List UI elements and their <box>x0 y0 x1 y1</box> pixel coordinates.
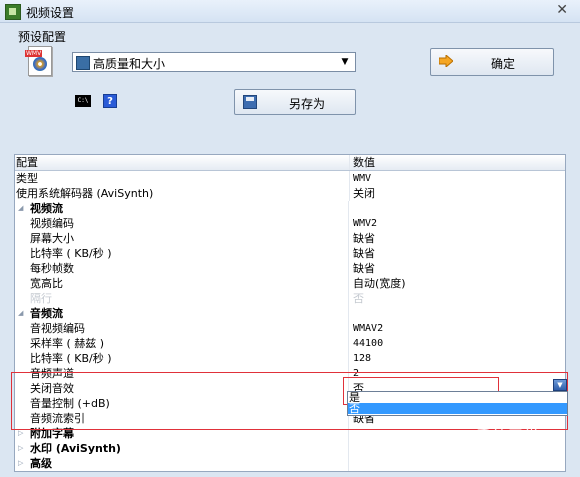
section-label: 高级 <box>16 456 349 471</box>
property-grid[interactable]: 配置 数值 类型 WMV 使用系统解码器 (AviSynth) 关闭 ◢ 视频流… <box>14 154 566 472</box>
mute-audio-dropdown-list[interactable]: 是 否 <box>347 391 568 416</box>
preset-select-value: 高质量和大小 <box>93 57 166 71</box>
row-value[interactable]: 2 <box>351 366 565 381</box>
row-name: 每秒帧数 <box>16 261 349 276</box>
row-value[interactable]: WMAV2 <box>351 321 565 336</box>
row-value[interactable]: 128 <box>351 351 565 366</box>
grid-row-system-decoder[interactable]: 使用系统解码器 (AviSynth) 关闭 <box>15 186 565 201</box>
section-advanced[interactable]: ▷ 高级 <box>15 456 565 471</box>
section-label: 音频流 <box>16 306 349 321</box>
grid-row-type[interactable]: 类型 WMV <box>15 171 565 186</box>
grid-row-fps[interactable]: 每秒帧数 缺省 <box>15 261 565 276</box>
row-name: 关闭音效 <box>16 381 349 396</box>
arrow-right-icon <box>439 55 453 67</box>
row-value[interactable]: 44100 <box>351 336 565 351</box>
save-as-button[interactable]: 另存为 <box>234 89 356 115</box>
row-name: 音频声道 <box>16 366 349 381</box>
section-subtitles[interactable]: ▷ 附加字幕 <box>15 426 565 441</box>
title-bar: 视频设置 ✕ <box>0 0 580 23</box>
grid-row-aspect-ratio[interactable]: 宽高比 自动(宽度) <box>15 276 565 291</box>
dropdown-option-no[interactable]: 否 <box>348 403 567 414</box>
grid-header: 配置 数值 <box>15 155 565 171</box>
row-name: 宽高比 <box>16 276 349 291</box>
row-name: 屏幕大小 <box>16 231 349 246</box>
chevron-down-icon[interactable]: ▼ <box>337 54 353 70</box>
row-name: 隔行 <box>16 291 349 306</box>
row-name: 视频编码 <box>16 216 349 231</box>
row-value[interactable]: 缺省 <box>351 231 565 246</box>
section-label: 水印 (AviSynth) <box>16 441 349 456</box>
section-audio-stream[interactable]: ◢ 音频流 <box>15 306 565 321</box>
row-value[interactable]: 自动(宽度) <box>351 276 565 291</box>
row-name: 类型 <box>16 171 350 186</box>
row-name: 比特率 ( KB/秒 ) <box>16 351 349 366</box>
wmv-file-icon: WMV <box>25 46 52 76</box>
wmv-tag: WMV <box>25 50 43 57</box>
close-icon[interactable]: ✕ <box>556 2 568 18</box>
row-value[interactable]: WMV2 <box>351 216 565 231</box>
grid-row-audio-codec[interactable]: 音视频编码 WMAV2 <box>15 321 565 336</box>
grid-header-value: 数值 <box>353 156 375 169</box>
section-label: 附加字幕 <box>16 426 349 441</box>
row-value[interactable]: 缺省 <box>351 261 565 276</box>
grid-row-screen-size[interactable]: 屏幕大小 缺省 <box>15 231 565 246</box>
row-name: 音视频编码 <box>16 321 349 336</box>
app-icon <box>5 4 21 20</box>
row-name: 音量控制 (+dB) <box>16 396 349 411</box>
row-value[interactable]: 关闭 <box>351 186 565 201</box>
grid-row-interlace: 隔行 否 <box>15 291 565 306</box>
row-name: 采样率 ( 赫兹 ) <box>16 336 349 351</box>
save-icon <box>243 95 257 109</box>
preset-label: 预设配置 <box>18 30 67 44</box>
row-name: 使用系统解码器 (AviSynth) <box>16 186 350 201</box>
grid-row-sample-rate[interactable]: 采样率 ( 赫兹 ) 44100 <box>15 336 565 351</box>
row-name: 音频流索引 <box>16 411 349 426</box>
ok-button[interactable]: 确定 <box>430 48 554 76</box>
grid-row-audio-bitrate[interactable]: 比特率 ( KB/秒 ) 128 <box>15 351 565 366</box>
row-value: 否 <box>353 292 364 305</box>
preset-select[interactable]: 高质量和大小 ▼ <box>72 52 356 72</box>
window-title: 视频设置 <box>26 6 75 20</box>
row-name: 比特率 ( KB/秒 ) <box>16 246 349 261</box>
section-video-stream[interactable]: ◢ 视频流 <box>15 201 565 216</box>
disc-icon <box>33 57 47 71</box>
grid-row-video-codec[interactable]: 视频编码 WMV2 <box>15 216 565 231</box>
dropdown-arrow-icon[interactable]: ▼ <box>553 379 567 391</box>
help-icon[interactable]: ? <box>103 94 117 108</box>
preset-swatch-icon <box>76 56 90 70</box>
grid-header-name: 配置 <box>16 155 350 170</box>
section-watermark[interactable]: ▷ 水印 (AviSynth) <box>15 441 565 456</box>
dropdown-option-yes[interactable]: 是 <box>348 392 567 403</box>
row-value[interactable]: 缺省 <box>351 246 565 261</box>
command-line-icon[interactable]: C:\ <box>75 95 91 107</box>
save-as-button-label: 另存为 <box>289 97 326 111</box>
section-label: 视频流 <box>16 201 349 216</box>
ok-button-label: 确定 <box>491 57 516 71</box>
grid-row-video-bitrate[interactable]: 比特率 ( KB/秒 ) 缺省 <box>15 246 565 261</box>
row-value[interactable]: WMV <box>351 171 565 186</box>
grid-row-audio-channels[interactable]: 音频声道 2 <box>15 366 565 381</box>
